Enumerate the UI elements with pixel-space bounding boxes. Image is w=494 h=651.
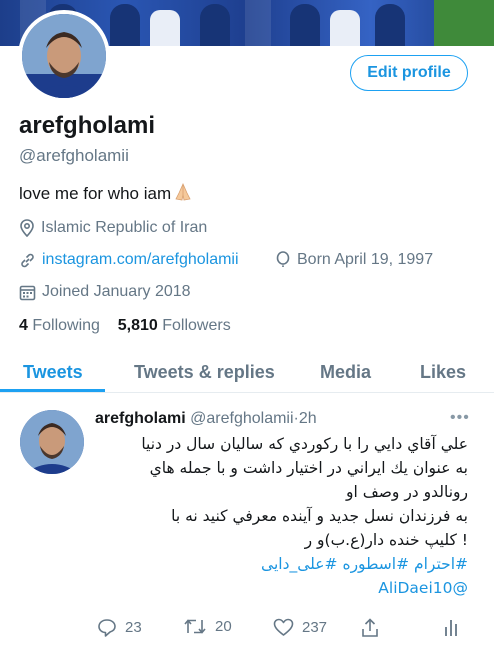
location-pin-icon [20,219,34,237]
location-text: Islamic Republic of Iran [41,219,208,236]
heart-icon [273,618,294,636]
retweet-count: 20 [215,618,232,635]
profile-bio: love me for who iam [19,183,193,206]
follow-counts: 4 Following 5,810 Followers [19,317,231,335]
reply-action[interactable]: 23 [97,618,142,637]
folded-hands-emoji-icon [173,183,193,206]
tweet-line: به عنوان يك ايراني در اختيار داشت و با ج… [149,459,468,477]
reply-icon [98,619,116,637]
tweet-more-icon[interactable]: ••• [450,409,470,427]
active-tab-indicator [0,389,105,392]
like-action[interactable]: 237 [273,618,327,637]
tweet-mention[interactable]: @AliDaei10 [96,576,468,600]
tab-likes[interactable]: Likes [420,362,466,383]
calendar-icon [19,285,36,300]
following-label: Following [32,317,100,334]
tweet-author-name[interactable]: arefgholami [95,410,186,427]
analytics-action[interactable] [443,618,467,637]
profile-tabs: Tweets Tweets & replies Media Likes [0,354,494,393]
retweet-action[interactable]: 20 [183,618,232,635]
birthday-text: Born April 19, 1997 [297,251,434,268]
profile-avatar[interactable] [18,10,110,102]
following-link[interactable]: 4 Following [19,317,100,334]
link-icon [21,253,34,267]
followers-link[interactable]: 5,810 Followers [118,317,231,334]
tab-tweets[interactable]: Tweets [23,362,83,383]
tweet-author-handle: @arefgholamii [190,410,294,427]
tab-media[interactable]: Media [320,362,371,383]
following-count: 4 [19,317,28,334]
edit-profile-button[interactable]: Edit profile [350,55,468,91]
tweet-header: arefgholami @arefgholamii·2h [95,410,317,428]
tweet-line: علي آقاي دايي را با ركوردي كه ساليان سال… [141,435,468,453]
followers-count: 5,810 [117,317,158,334]
analytics-icon [445,620,457,636]
share-action[interactable] [361,618,387,638]
tweet-author-avatar[interactable] [20,410,84,474]
tab-tweets-and-replies[interactable]: Tweets & replies [134,362,275,383]
bio-text: love me for who iam [19,184,172,203]
like-count: 237 [302,619,328,636]
profile-handle: @arefgholamii [19,146,129,165]
followers-label: Followers [162,317,231,334]
joined-text: Joined January 2018 [42,283,191,300]
tweet-hashtags[interactable]: #احترام #اسطوره #علی_دایی [96,552,468,576]
website-link[interactable]: instagram.com/arefgholamii [42,251,239,269]
tweet-line: به فرزندان نسل جديد و آينده معرفي كنيد ن… [171,507,468,525]
reply-count: 23 [125,619,142,636]
profile-joined: Joined January 2018 [19,283,191,301]
tweet-text: علي آقاي دايي را با ركوردي كه ساليان سال… [96,432,468,600]
share-icon [362,618,378,637]
display-name: arefgholami [19,112,156,139]
balloon-icon [276,251,290,267]
profile-location: Islamic Republic of Iran [19,219,207,237]
tweet-line: ! كليپ خنده دار(ع.ب)و ر [304,531,468,549]
tweet-time[interactable]: 2h [299,410,317,427]
tweet-line: رونالدو در وصف او [345,483,468,501]
profile-website: instagram.com/arefgholamii [19,251,239,269]
retweet-icon [184,619,206,634]
profile-birthday: Born April 19, 1997 [275,251,433,269]
